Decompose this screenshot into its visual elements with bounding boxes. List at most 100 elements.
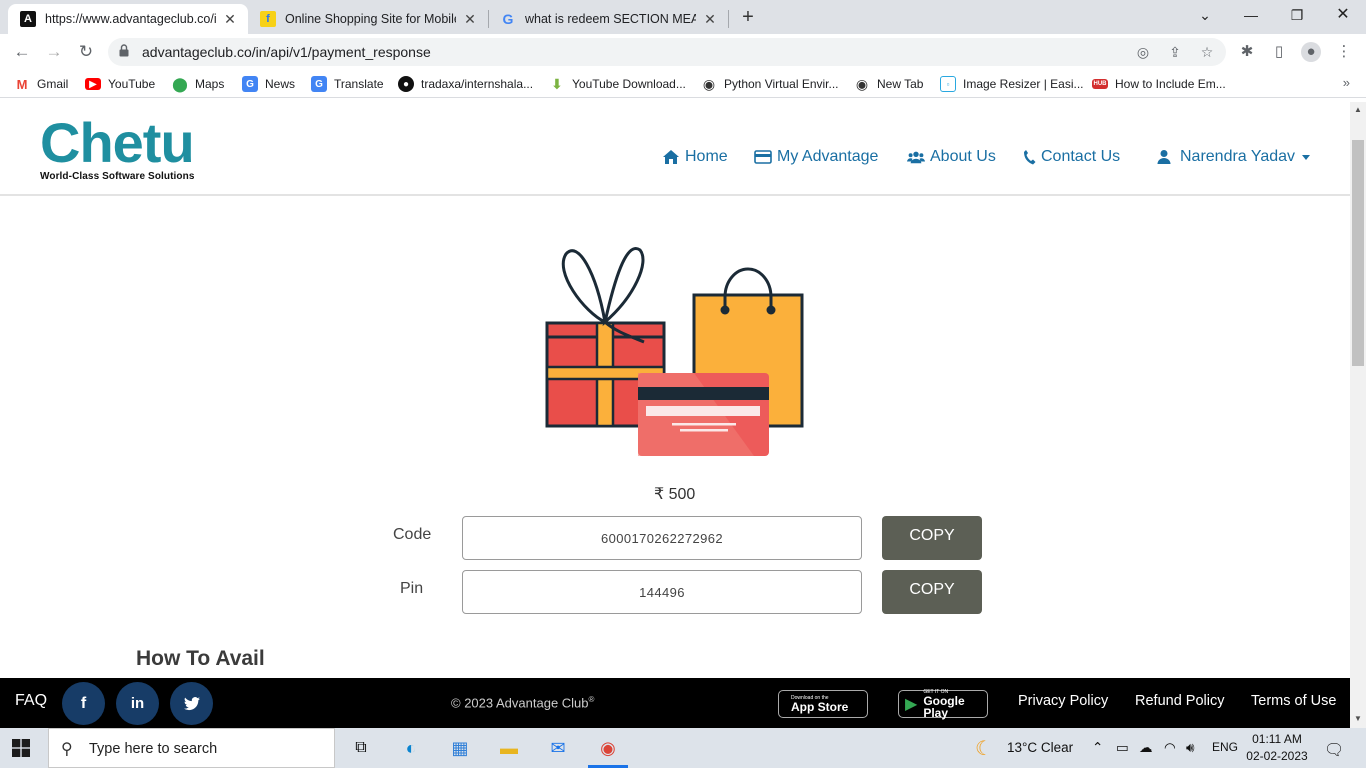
url-text: advantageclub.co/in/api/v1/payment_respo…: [142, 44, 431, 60]
logo-word: Chetu: [40, 111, 195, 174]
twitter-icon[interactable]: [170, 682, 213, 725]
scroll-up-arrow-icon[interactable]: ▲: [1353, 105, 1363, 114]
nav-contact-us[interactable]: Contact Us: [1023, 146, 1120, 168]
pin-field[interactable]: 144496: [462, 570, 862, 614]
nav-contact-us-label: Contact Us: [1041, 148, 1121, 165]
close-icon[interactable]: ✕: [702, 11, 718, 28]
terms-of-use-link[interactable]: Terms of Use: [1251, 693, 1336, 709]
windows-start-icon[interactable]: [12, 739, 30, 757]
bookmark-label: Image Resizer | Easi...: [963, 77, 1084, 91]
bookmark-star-icon[interactable]: ☆: [1199, 44, 1215, 60]
linkedin-icon[interactable]: in: [116, 682, 159, 725]
restore-button[interactable]: ❐: [1274, 0, 1320, 30]
new-tab-button[interactable]: +: [738, 6, 758, 28]
tab-flipkart[interactable]: f Online Shopping Site for Mobiles ✕: [248, 4, 488, 34]
privacy-policy-link[interactable]: Privacy Policy: [1018, 693, 1108, 709]
bookmark-label: Maps: [195, 77, 225, 91]
site-header: Chetu World-Class Software Solutions Hom…: [0, 102, 1350, 196]
mail-icon[interactable]: ✉: [545, 735, 571, 761]
extensions-icon[interactable]: ✱: [1237, 42, 1257, 62]
code-label: Code: [393, 526, 432, 543]
bookmark-gmail[interactable]: M Gmail: [14, 75, 69, 93]
volume-icon[interactable]: 🔊︎: [1186, 740, 1195, 756]
scroll-down-arrow-icon[interactable]: ▼: [1353, 714, 1363, 723]
bookmark-maps[interactable]: ⬤ Maps: [172, 75, 224, 93]
bookmark-translate[interactable]: G Translate: [311, 75, 384, 93]
bookmark-new-tab[interactable]: ◉ New Tab: [854, 75, 924, 93]
notification-icon[interactable]: 🗨︎: [1324, 740, 1344, 760]
taskbar-clock[interactable]: 01:11 AM 02-02-2023: [1244, 731, 1310, 765]
windows-taskbar: ⚲ Type here to search ⧉ ◐ ▦ ▬ ✉ ◉ ☾ 13°C…: [0, 728, 1366, 768]
bookmarks-bar: M Gmail ▶ YouTube ⬤ Maps G News G Transl…: [0, 70, 1366, 98]
close-window-button[interactable]: ✕: [1320, 0, 1366, 30]
hub-icon: HUB: [1092, 79, 1108, 89]
tab-google[interactable]: G what is redeem SECTION MEANS ✕: [488, 4, 728, 34]
logo-tagline: World-Class Software Solutions: [40, 171, 195, 182]
more-bookmarks-icon[interactable]: »: [1343, 75, 1350, 90]
language-indicator[interactable]: ENG: [1212, 740, 1238, 754]
microsoft-store-icon[interactable]: ▦: [447, 735, 473, 761]
app-store-badge[interactable]: Download on the App Store: [778, 690, 868, 718]
copy-pin-button[interactable]: COPY: [882, 570, 982, 614]
maps-icon: ⬤: [172, 75, 188, 92]
task-view-icon[interactable]: ⧉: [348, 735, 374, 761]
side-panel-icon[interactable]: ▯: [1269, 42, 1289, 62]
copy-code-button[interactable]: COPY: [882, 516, 982, 560]
facebook-icon[interactable]: f: [62, 682, 105, 725]
nav-my-advantage[interactable]: My Advantage: [754, 146, 878, 168]
tab-title: what is redeem SECTION MEANS: [525, 12, 696, 26]
copyright-label: © 2023 Advantage Club: [451, 695, 589, 711]
user-menu-dropdown[interactable]: Narendra Yadav: [1157, 146, 1311, 168]
scrollbar-thumb[interactable]: [1352, 140, 1364, 366]
chrome-icon[interactable]: ◉: [595, 735, 621, 761]
eye-slash-icon[interactable]: ◎: [1135, 44, 1151, 60]
tab-separator: [728, 10, 729, 28]
moon-weather-icon: ☾: [975, 738, 993, 760]
profile-avatar-icon[interactable]: ●: [1301, 42, 1321, 62]
nav-about-us[interactable]: About Us: [907, 146, 996, 168]
page-scrollbar[interactable]: ▲ ▼: [1350, 102, 1366, 728]
bookmark-youtube[interactable]: ▶ YouTube: [85, 75, 155, 93]
address-bar[interactable]: advantageclub.co/in/api/v1/payment_respo…: [108, 38, 1226, 66]
faq-link[interactable]: FAQ: [15, 692, 47, 710]
onedrive-cloud-icon[interactable]: ☁: [1139, 740, 1153, 756]
nav-home-label: Home: [685, 148, 728, 165]
taskbar-search-box[interactable]: ⚲ Type here to search: [48, 728, 335, 768]
back-button[interactable]: ←: [10, 40, 34, 64]
browser-toolbar: ← → ↻ advantageclub.co/in/api/v1/payment…: [0, 34, 1366, 70]
nav-home[interactable]: Home: [662, 146, 728, 168]
google-play-badge[interactable]: ▶ GET IT ON Google Play: [898, 689, 988, 719]
news-icon: G: [242, 76, 258, 92]
bookmark-python-venv[interactable]: ◉ Python Virtual Envir...: [701, 75, 839, 93]
edge-browser-icon[interactable]: ◐: [398, 735, 424, 761]
weather-text[interactable]: 13°C Clear: [1007, 740, 1073, 755]
close-icon[interactable]: ✕: [462, 11, 478, 28]
show-hidden-icons-chevron-icon[interactable]: ⌃: [1092, 740, 1103, 756]
file-explorer-icon[interactable]: ▬: [496, 735, 522, 761]
bookmark-image-resizer[interactable]: ▫ Image Resizer | Easi...: [940, 75, 1084, 93]
page-viewport: Chetu World-Class Software Solutions Hom…: [0, 102, 1350, 728]
globe-icon: ◉: [855, 75, 869, 92]
share-icon[interactable]: ⇪: [1167, 44, 1183, 60]
tab-search-chevron-icon[interactable]: ⌄: [1182, 0, 1228, 30]
forward-button[interactable]: →: [42, 40, 66, 64]
bookmark-label: Gmail: [37, 77, 69, 91]
close-icon[interactable]: ✕: [222, 11, 238, 28]
bookmark-github[interactable]: ● tradaxa/internshala...: [398, 75, 533, 93]
site-footer: FAQ f in © 2023 Advantage Club® Download…: [0, 678, 1350, 728]
minimize-button[interactable]: —: [1228, 0, 1274, 30]
bookmark-news[interactable]: G News: [242, 75, 295, 93]
tab-advantageclub[interactable]: A https://www.advantageclub.co/in ✕: [8, 4, 248, 34]
refund-policy-link[interactable]: Refund Policy: [1135, 693, 1224, 709]
bookmark-how-to-include[interactable]: HUB How to Include Em...: [1092, 75, 1226, 93]
globe-icon: ◉: [702, 75, 716, 92]
menu-kebab-icon[interactable]: ⋮: [1334, 42, 1354, 62]
chetu-logo[interactable]: Chetu World-Class Software Solutions: [40, 111, 195, 183]
code-field[interactable]: 6000170262272962: [462, 516, 862, 560]
home-icon: [663, 150, 679, 164]
device-icon[interactable]: ▭: [1116, 740, 1129, 756]
wifi-icon[interactable]: ◠: [1164, 740, 1176, 756]
bookmark-youtube-download[interactable]: ⬇ YouTube Download...: [549, 75, 686, 93]
reload-button[interactable]: ↻: [74, 40, 98, 64]
download-icon: ⬇: [551, 75, 563, 92]
